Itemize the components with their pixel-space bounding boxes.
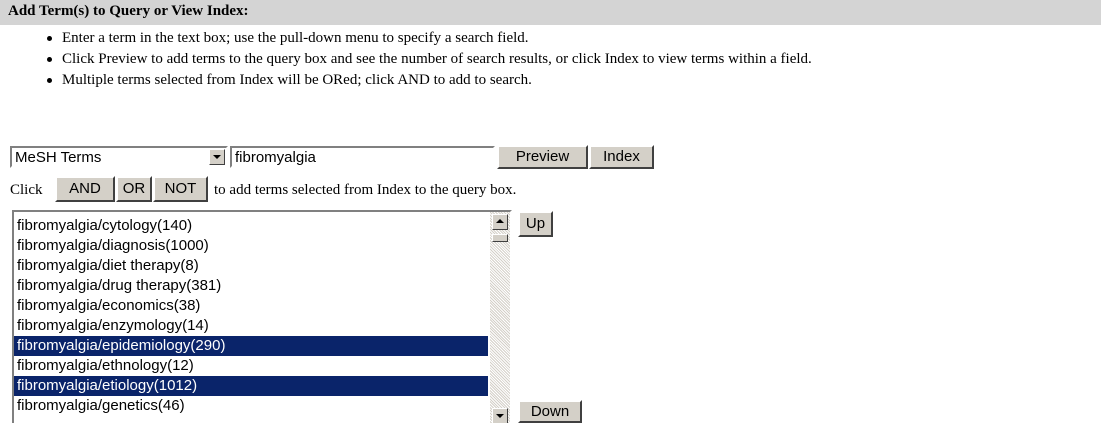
preview-button[interactable]: Preview: [497, 145, 588, 169]
list-item[interactable]: fibromyalgia/epidemiology(290): [14, 336, 488, 356]
click-label: Click: [10, 182, 43, 198]
bullet-icon: [47, 36, 52, 41]
index-listbox[interactable]: fibromyalgia/cytology(140) fibromyalgia/…: [12, 210, 512, 423]
list-item[interactable]: fibromyalgia/genetics(46): [14, 396, 488, 416]
instruction-item: Enter a term in the text box; use the pu…: [47, 28, 812, 49]
and-button[interactable]: AND: [55, 176, 115, 202]
list-item[interactable]: fibromyalgia/enzymology(14): [14, 316, 488, 336]
list-item[interactable]: fibromyalgia/cytology(140): [14, 216, 488, 236]
section-header: Add Term(s) to Query or View Index:: [0, 0, 1101, 25]
combine-instruction: to add terms selected from Index to the …: [214, 182, 517, 198]
bullet-icon: [47, 57, 52, 62]
section-title: Add Term(s) to Query or View Index:: [8, 3, 249, 19]
chevron-down-icon[interactable]: [209, 149, 225, 165]
instructions-list: Enter a term in the text box; use the pu…: [0, 28, 812, 91]
list-item[interactable]: fibromyalgia/diagnosis(1000): [14, 236, 488, 256]
down-button[interactable]: Down: [518, 400, 582, 423]
search-field-select[interactable]: MeSH Terms: [10, 146, 228, 168]
bullet-icon: [47, 78, 52, 83]
or-button[interactable]: OR: [116, 176, 152, 202]
list-item[interactable]: fibromyalgia/ethnology(12): [14, 356, 488, 376]
list-item[interactable]: fibromyalgia/etiology(1012): [14, 376, 488, 396]
up-button[interactable]: Up: [518, 211, 553, 237]
not-button[interactable]: NOT: [153, 176, 208, 202]
list-scrollbar[interactable]: [490, 212, 510, 423]
scroll-thumb[interactable]: [492, 234, 508, 242]
instruction-item: Multiple terms selected from Index will …: [47, 70, 812, 91]
list-item[interactable]: fibromyalgia/drug therapy(381): [14, 276, 488, 296]
search-field-value: MeSH Terms: [15, 149, 102, 166]
list-item[interactable]: fibromyalgia/economics(38): [14, 296, 488, 316]
list-item[interactable]: fibromyalgia/diet therapy(8): [14, 256, 488, 276]
scroll-down-arrow-icon[interactable]: [492, 408, 508, 423]
instruction-item: Click Preview to add terms to the query …: [47, 49, 812, 70]
scroll-up-arrow-icon[interactable]: [492, 214, 508, 230]
search-term-input[interactable]: [230, 146, 495, 168]
index-button[interactable]: Index: [589, 145, 654, 169]
